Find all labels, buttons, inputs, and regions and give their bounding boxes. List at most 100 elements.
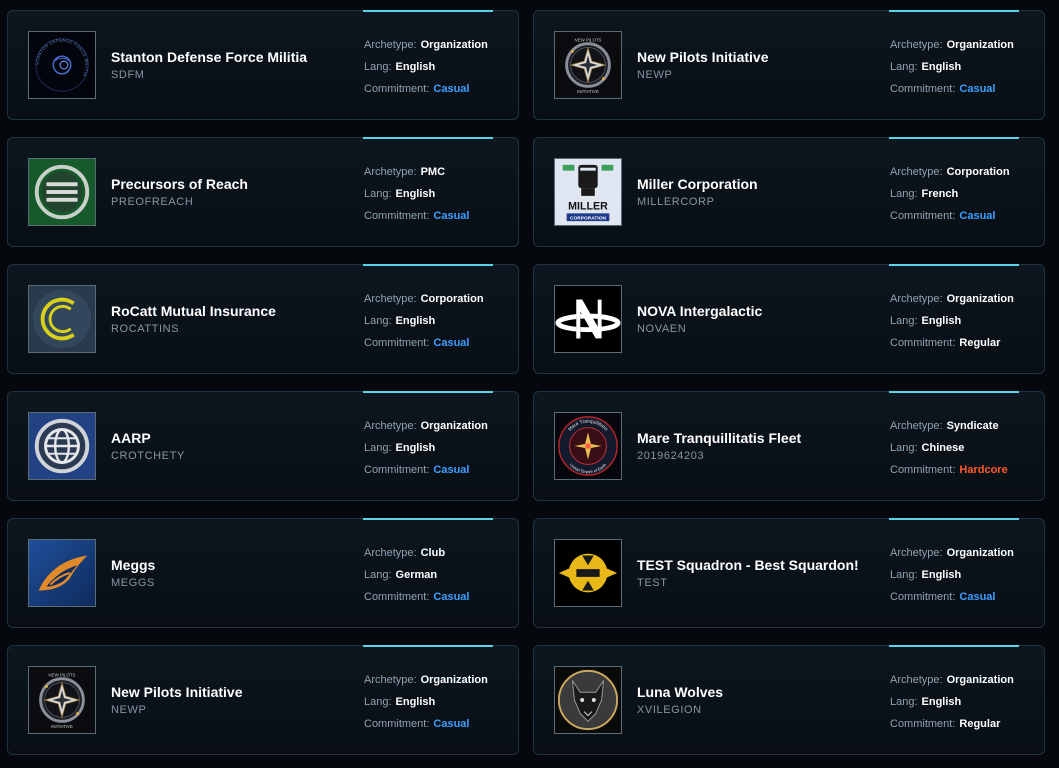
lang-label: Lang: (364, 315, 392, 327)
org-logo[interactable] (28, 285, 96, 353)
org-logo[interactable] (554, 285, 622, 353)
org-logo[interactable]: NEW PILOTS INITIATIVE (28, 666, 96, 734)
org-logo[interactable] (554, 666, 622, 734)
archetype-value: Organization (420, 674, 488, 686)
org-sid: 2019624203 (637, 450, 705, 462)
org-card[interactable]: STANTON DEFENSE FORCE MILITIA Stanton De… (7, 10, 519, 120)
commitment-label: Commitment: (364, 464, 430, 476)
commitment-value: Casual (959, 83, 996, 95)
org-card[interactable]: Precursors of Reach PREOFREACH Archetype… (7, 137, 519, 247)
org-card[interactable]: MILLER CORPORATION Miller Corporation MI… (533, 137, 1045, 247)
lang-value: English (395, 696, 436, 708)
lang-value: English (921, 315, 962, 327)
org-sid: SDFM (111, 69, 145, 81)
org-card[interactable]: Mare Tranquillitatis United Empire of Ea… (533, 391, 1045, 501)
org-name[interactable]: Miller Corporation (637, 176, 758, 192)
commitment-label: Commitment: (890, 83, 956, 95)
lang-value: French (921, 188, 959, 200)
precursors-logo-icon (29, 159, 95, 225)
org-info: Archetype: Organization Lang: English Comm… (890, 673, 1014, 739)
svg-text:INITIATIVE: INITIATIVE (577, 89, 599, 94)
sdfm-logo-icon: STANTON DEFENSE FORCE MILITIA (29, 32, 95, 98)
lang-label: Lang: (364, 61, 392, 73)
archetype-label: Archetype: (364, 166, 417, 178)
org-card[interactable]: AARP CROTCHETY Archetype: Organization La… (7, 391, 519, 501)
org-info: Archetype: Club Lang: German Commitment: Ca… (364, 546, 469, 612)
archetype-label: Archetype: (890, 293, 943, 305)
org-grid: STANTON DEFENSE FORCE MILITIA Stanton De… (0, 0, 1059, 768)
card-accent-bar (889, 10, 1019, 12)
org-info: Archetype: Organization Lang: English Comm… (364, 38, 488, 104)
card-accent-bar (889, 391, 1019, 393)
org-name[interactable]: TEST Squadron - Best Squardon! (637, 557, 859, 573)
org-card[interactable]: Meggs MEGGS Archetype: Club Lang: German C… (7, 518, 519, 628)
org-name[interactable]: Luna Wolves (637, 684, 723, 700)
org-name[interactable]: Mare Tranquillitatis Fleet (637, 430, 801, 446)
commitment-value: Regular (959, 337, 1001, 349)
org-info: Archetype: Syndicate Lang: Chinese Commitm… (890, 419, 1008, 485)
org-logo[interactable] (554, 539, 622, 607)
archetype-label: Archetype: (890, 674, 943, 686)
org-logo[interactable] (28, 539, 96, 607)
archetype-label: Archetype: (364, 547, 417, 559)
svg-text:INITIATIVE: INITIATIVE (51, 724, 73, 729)
wolf-logo-icon (555, 667, 621, 733)
org-card[interactable]: TEST Squadron - Best Squardon! TEST Arch… (533, 518, 1045, 628)
lang-label: Lang: (364, 442, 392, 454)
archetype-value: Club (420, 547, 446, 559)
org-sid: CROTCHETY (111, 450, 185, 462)
org-card[interactable]: RoCatt Mutual Insurance ROCATTINS Archet… (7, 264, 519, 374)
archetype-value: Organization (946, 547, 1014, 559)
commitment-label: Commitment: (890, 210, 956, 222)
archetype-label: Archetype: (364, 420, 417, 432)
card-accent-bar (889, 645, 1019, 647)
org-logo[interactable]: NEW PILOTS INITIATIVE (554, 31, 622, 99)
lang-label: Lang: (364, 696, 392, 708)
mare-tranquillitatis-logo-icon: Mare Tranquillitatis United Empire of Ea… (555, 413, 621, 479)
org-name[interactable]: Meggs (111, 557, 155, 573)
org-logo[interactable]: MILLER CORPORATION (554, 158, 622, 226)
newp-star-logo-icon: NEW PILOTS INITIATIVE (555, 32, 621, 98)
archetype-label: Archetype: (890, 420, 943, 432)
org-info: Archetype: PMC Lang: English Commitment: Ca… (364, 165, 469, 231)
org-name[interactable]: New Pilots Initiative (637, 49, 768, 65)
org-logo[interactable]: Mare Tranquillitatis United Empire of Ea… (554, 412, 622, 480)
card-accent-bar (363, 264, 493, 266)
org-name[interactable]: AARP (111, 430, 151, 446)
archetype-label: Archetype: (890, 166, 943, 178)
commitment-value: Casual (433, 210, 470, 222)
org-sid: ROCATTINS (111, 323, 180, 335)
org-sid: MILLERCORP (637, 196, 715, 208)
card-accent-bar (889, 137, 1019, 139)
lang-label: Lang: (364, 569, 392, 581)
archetype-label: Archetype: (890, 547, 943, 559)
commitment-value: Hardcore (959, 464, 1008, 476)
org-logo[interactable] (28, 158, 96, 226)
org-name[interactable]: New Pilots Initiative (111, 684, 242, 700)
org-name[interactable]: Stanton Defense Force Militia (111, 49, 307, 65)
org-card[interactable]: NEW PILOTS INITIATIVE New Pilots Initiat… (533, 10, 1045, 120)
org-card[interactable]: NEW PILOTS INITIATIVE New Pilots Initiat… (7, 645, 519, 755)
org-name[interactable]: NOVA Intergalactic (637, 303, 762, 319)
commitment-label: Commitment: (364, 210, 430, 222)
org-sid: MEGGS (111, 577, 155, 589)
org-sid: XVILEGION (637, 704, 702, 716)
lang-label: Lang: (890, 696, 918, 708)
org-info: Archetype: Corporation Lang: English Commi… (364, 292, 484, 358)
lang-value: English (921, 569, 962, 581)
org-name[interactable]: RoCatt Mutual Insurance (111, 303, 276, 319)
org-card[interactable]: NOVA Intergalactic NOVAEN Archetype: Orga… (533, 264, 1045, 374)
org-sid: NOVAEN (637, 323, 687, 335)
card-accent-bar (363, 10, 493, 12)
svg-text:NEW PILOTS: NEW PILOTS (49, 673, 76, 678)
org-logo[interactable] (28, 412, 96, 480)
archetype-label: Archetype: (890, 39, 943, 51)
org-name[interactable]: Precursors of Reach (111, 176, 248, 192)
lang-label: Lang: (890, 61, 918, 73)
archetype-value: Organization (946, 674, 1014, 686)
org-info: Archetype: Organization Lang: English Comm… (890, 546, 1014, 612)
org-card[interactable]: Luna Wolves XVILEGION Archetype: Organiza… (533, 645, 1045, 755)
svg-text:CORPORATION: CORPORATION (570, 216, 606, 222)
commitment-label: Commitment: (890, 718, 956, 730)
org-logo[interactable]: STANTON DEFENSE FORCE MILITIA (28, 31, 96, 99)
